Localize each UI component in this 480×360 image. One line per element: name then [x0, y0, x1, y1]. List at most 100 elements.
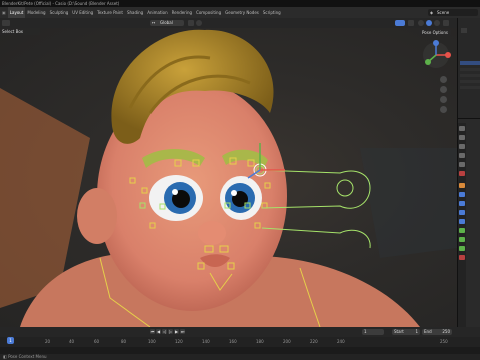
proportional-edit-icon[interactable] — [196, 20, 202, 26]
timeline-area[interactable] — [0, 347, 480, 354]
navigation-gizmo[interactable] — [421, 40, 451, 70]
end-label: End — [424, 329, 432, 334]
ruler-tick-label: 80 — [121, 339, 127, 344]
transform-orientation-select[interactable]: ↔ Global — [150, 20, 184, 26]
ruler-tick-label: 120 — [175, 339, 183, 344]
end-frame-field[interactable]: End 250 — [422, 329, 452, 335]
end-value: 250 — [442, 329, 450, 334]
start-label: Start — [394, 329, 404, 334]
outliner-row[interactable] — [460, 74, 480, 77]
select-box-tool[interactable]: Select Box — [0, 28, 40, 35]
overlay-toggle[interactable] — [395, 20, 405, 26]
outliner-filter-icon[interactable] — [461, 28, 467, 33]
outliner-row[interactable] — [460, 68, 480, 71]
tab-geometry-nodes[interactable]: Geometry Nodes — [223, 7, 261, 18]
orientation-icon: ↔ — [152, 20, 156, 25]
view-layer-tab-icon[interactable] — [459, 153, 465, 158]
ruler-tick-label: 220 — [310, 339, 318, 344]
scene-name: Scene — [437, 10, 450, 15]
ruler-tick-label: 40 — [69, 339, 75, 344]
constraints-tab-icon[interactable] — [459, 219, 465, 224]
tab-modeling[interactable]: Modeling — [25, 7, 47, 18]
ruler-tick-label: 160 — [229, 339, 237, 344]
play-icon[interactable]: ▷ — [168, 329, 173, 334]
viewport-header: ↔ Global — [0, 18, 457, 28]
file-menu[interactable]: ▣ — [0, 7, 8, 18]
frame-ruler[interactable]: 1 20 40 60 80 100 120 140 160 180 200 22… — [0, 337, 480, 347]
modifier-tab-icon[interactable] — [459, 192, 465, 197]
tab-texture-paint[interactable]: Texture Paint — [95, 7, 125, 18]
prev-key-icon[interactable]: ◀ — [156, 329, 161, 334]
camera-view-icon[interactable] — [440, 96, 447, 103]
snap-icon[interactable] — [188, 20, 194, 26]
ruler-tick-label: 250 — [440, 339, 448, 344]
output-tab-icon[interactable] — [459, 144, 465, 149]
scene-icon: ◈ — [430, 10, 434, 15]
ear-shape — [77, 188, 117, 244]
left-eye-highlight — [172, 189, 178, 195]
render-tab-icon[interactable] — [459, 135, 465, 140]
properties-panel — [457, 118, 480, 328]
physics-tab-icon[interactable] — [459, 210, 465, 215]
shading-rendered-button[interactable] — [434, 20, 440, 26]
tab-sculpting[interactable]: Sculpting — [48, 7, 71, 18]
pan-icon[interactable] — [440, 86, 447, 93]
zoom-icon[interactable] — [440, 76, 447, 83]
shading-material-button[interactable] — [426, 20, 432, 26]
jump-end-icon[interactable]: ⏭ — [180, 329, 185, 334]
scene-tab-icon[interactable] — [459, 162, 465, 167]
ruler-tick-label: 140 — [202, 339, 210, 344]
perspective-toggle-icon[interactable] — [440, 106, 447, 113]
outliner-panel — [457, 18, 480, 118]
nose-shape — [198, 221, 226, 245]
outliner-row[interactable] — [460, 80, 480, 83]
start-frame-field[interactable]: Start 1 — [392, 329, 420, 335]
ruler-tick-label: 180 — [256, 339, 264, 344]
data-tab-icon[interactable] — [459, 228, 465, 233]
blender-window: BlenderKit/Pete (Official) - Casio (D:\S… — [0, 0, 480, 360]
tab-layout[interactable]: Layout — [7, 7, 26, 18]
scene-selector[interactable]: ◈ Scene — [428, 9, 478, 16]
bone-tab-icon[interactable] — [459, 237, 465, 242]
ruler-tick-label: 240 — [337, 339, 345, 344]
workspace-bar: ▣ Layout Modeling Sculpting UV Editing T… — [0, 7, 480, 18]
next-key-icon[interactable]: ▶ — [174, 329, 179, 334]
right-eye-highlight — [231, 190, 237, 196]
window-title: BlenderKit/Pete (Official) - Casio (D:\S… — [0, 0, 480, 7]
ruler-tick-label: 100 — [148, 339, 156, 344]
orientation-label: Global — [160, 20, 173, 25]
object-tab-icon[interactable] — [459, 183, 465, 188]
tab-animation[interactable]: Animation — [145, 7, 169, 18]
play-reverse-icon[interactable]: ◁ — [162, 329, 167, 334]
playhead[interactable]: 1 — [7, 337, 14, 344]
character-render — [0, 29, 457, 327]
shading-options-icon[interactable] — [443, 20, 449, 26]
timeline-controls: ⏮ ◀ ◁ ▷ ▶ ⏭ 1 Start 1 End 250 — [0, 327, 480, 337]
tab-compositing[interactable]: Compositing — [194, 7, 223, 18]
playback-controls: ⏮ ◀ ◁ ▷ ▶ ⏭ — [150, 329, 185, 334]
tab-scripting[interactable]: Scripting — [261, 7, 283, 18]
3d-viewport[interactable]: Select Box Pose Options — [0, 28, 457, 327]
tab-rendering[interactable]: Rendering — [170, 7, 194, 18]
tab-uv-editing[interactable]: UV Editing — [70, 7, 95, 18]
start-value: 1 — [415, 329, 418, 334]
shading-solid-button[interactable] — [418, 20, 424, 26]
ruler-tick-label: 200 — [283, 339, 291, 344]
particles-tab-icon[interactable] — [459, 201, 465, 206]
status-text: Pose Context Menu — [8, 354, 47, 359]
material-tab-icon[interactable] — [459, 246, 465, 251]
texture-tab-icon[interactable] — [459, 255, 465, 260]
pose-options-dropdown[interactable]: Pose Options — [419, 29, 451, 36]
outliner-row[interactable] — [460, 61, 480, 65]
editor-type-icon[interactable] — [2, 20, 10, 26]
tool-tab-icon[interactable] — [459, 126, 465, 131]
ruler-tick-label: 20 — [45, 339, 51, 344]
world-tab-icon[interactable] — [459, 171, 465, 176]
xray-toggle[interactable] — [408, 20, 414, 26]
right-glow-blur — [360, 148, 457, 258]
outliner-row[interactable] — [460, 86, 480, 89]
status-bar: ◧ Pose Context Menu — [0, 354, 480, 360]
jump-start-icon[interactable]: ⏮ — [150, 329, 155, 334]
current-frame-field[interactable]: 1 — [362, 329, 384, 335]
tab-shading[interactable]: Shading — [125, 7, 145, 18]
